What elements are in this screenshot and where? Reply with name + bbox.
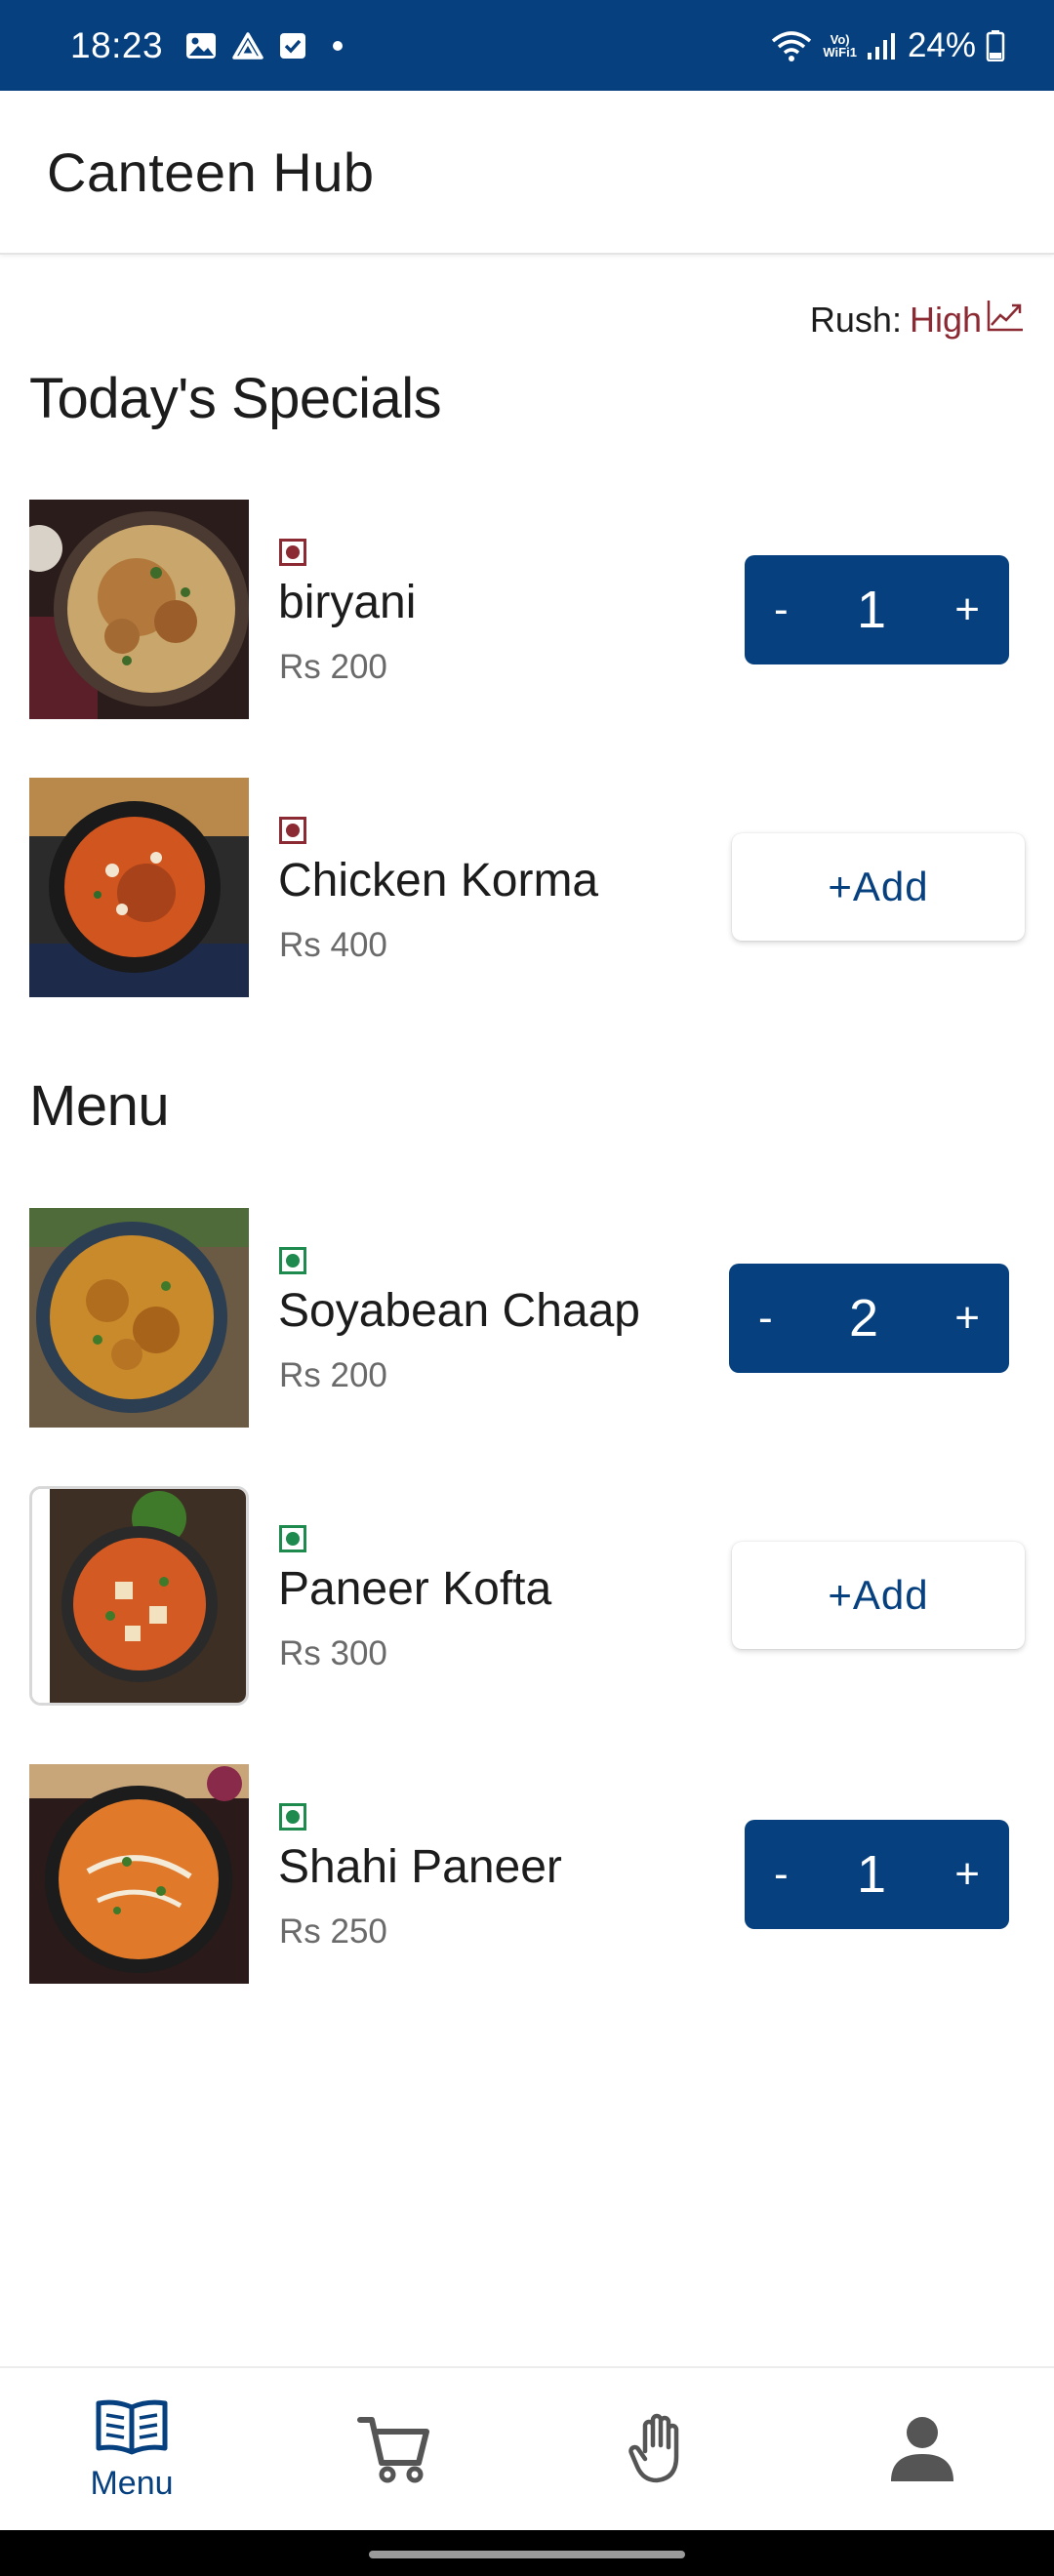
notification-icons <box>184 31 344 60</box>
item-name: Paneer Kofta <box>278 1563 552 1615</box>
item-name: Chicken Korma <box>278 855 599 906</box>
veg-indicator-icon <box>279 1803 306 1831</box>
increment-button[interactable]: + <box>954 1850 980 1899</box>
quantity-stepper[interactable]: - 1 + <box>745 555 1009 664</box>
quantity-stepper[interactable]: - 2 + <box>729 1264 1009 1373</box>
app-title: Canteen Hub <box>47 141 375 203</box>
gallery-icon <box>184 31 218 60</box>
rush-indicator: Rush: High <box>810 298 1025 342</box>
item-name: biryani <box>278 577 417 628</box>
signal-icon <box>867 31 898 60</box>
person-icon <box>885 2411 959 2490</box>
home-gesture-handle[interactable] <box>369 2551 685 2558</box>
rush-value: High <box>909 299 982 340</box>
status-time: 18:23 <box>70 24 164 65</box>
book-icon <box>95 2397 169 2461</box>
decrement-button[interactable]: - <box>758 1294 773 1343</box>
list-item[interactable]: Shahi Paneer Rs 250 - 1 + <box>29 1764 1025 1984</box>
nav-item-orders[interactable] <box>527 2368 790 2532</box>
list-item[interactable]: Soyabean Chaap Rs 200 - 2 + <box>29 1208 1025 1428</box>
menu-title: Menu <box>29 1074 170 1138</box>
specials-title: Today's Specials <box>29 367 442 430</box>
item-price: Rs 400 <box>279 926 387 964</box>
veg-indicator-icon <box>279 1247 306 1274</box>
checkbox-icon <box>278 31 307 60</box>
item-name: Shahi Paneer <box>278 1841 562 1893</box>
soyabean-chaap-image <box>29 1208 249 1428</box>
quantity-value: 2 <box>848 1289 878 1348</box>
shahi-paneer-image <box>29 1764 249 1984</box>
biryani-image <box>29 500 249 719</box>
battery-icon <box>986 29 1005 61</box>
non-veg-indicator-icon <box>279 539 306 566</box>
item-price: Rs 200 <box>279 1356 387 1394</box>
decrement-button[interactable]: - <box>774 1850 789 1899</box>
item-price: Rs 250 <box>279 1912 387 1951</box>
non-veg-indicator-icon <box>279 817 306 844</box>
app-bar: Canteen Hub <box>0 91 1054 255</box>
wifi-icon <box>770 29 813 62</box>
item-name: Soyabean Chaap <box>278 1285 640 1337</box>
hand-icon <box>628 2412 690 2489</box>
nav-label-menu: Menu <box>90 2465 174 2502</box>
trending-up-icon <box>986 298 1025 342</box>
increment-button[interactable]: + <box>954 585 980 634</box>
item-price: Rs 200 <box>279 648 387 686</box>
nav-item-cart[interactable] <box>264 2368 527 2532</box>
cart-icon <box>356 2412 434 2489</box>
add-button[interactable]: +Add <box>732 833 1025 941</box>
quantity-value: 1 <box>856 581 886 639</box>
drive-icon <box>231 31 264 60</box>
increment-button[interactable]: + <box>954 1294 980 1343</box>
vowifi-icon: Vo) WiFi1 <box>823 31 857 60</box>
battery-percent: 24% <box>907 25 976 64</box>
nav-item-profile[interactable] <box>790 2368 1054 2532</box>
nav-item-menu[interactable]: Menu <box>0 2368 264 2532</box>
chicken-korma-image <box>29 778 249 997</box>
bottom-navigation: Menu <box>0 2366 1054 2532</box>
decrement-button[interactable]: - <box>774 585 789 634</box>
paneer-kofta-image <box>29 1486 249 1706</box>
list-item[interactable]: Chicken Korma Rs 400 +Add <box>29 778 1025 997</box>
system-icons: Vo) WiFi1 24% <box>770 26 1005 65</box>
rush-label: Rush: <box>809 299 902 340</box>
more-notifications-dot <box>333 40 344 51</box>
item-price: Rs 300 <box>279 1634 387 1672</box>
quantity-value: 1 <box>856 1845 886 1904</box>
add-button[interactable]: +Add <box>732 1542 1025 1649</box>
status-bar: 18:23 Vo) WiFi1 24% <box>0 0 1054 91</box>
list-item[interactable]: biryani Rs 200 - 1 + <box>29 500 1025 719</box>
list-item[interactable]: Paneer Kofta Rs 300 +Add <box>29 1486 1025 1706</box>
veg-indicator-icon <box>279 1525 306 1552</box>
quantity-stepper[interactable]: - 1 + <box>745 1820 1009 1929</box>
